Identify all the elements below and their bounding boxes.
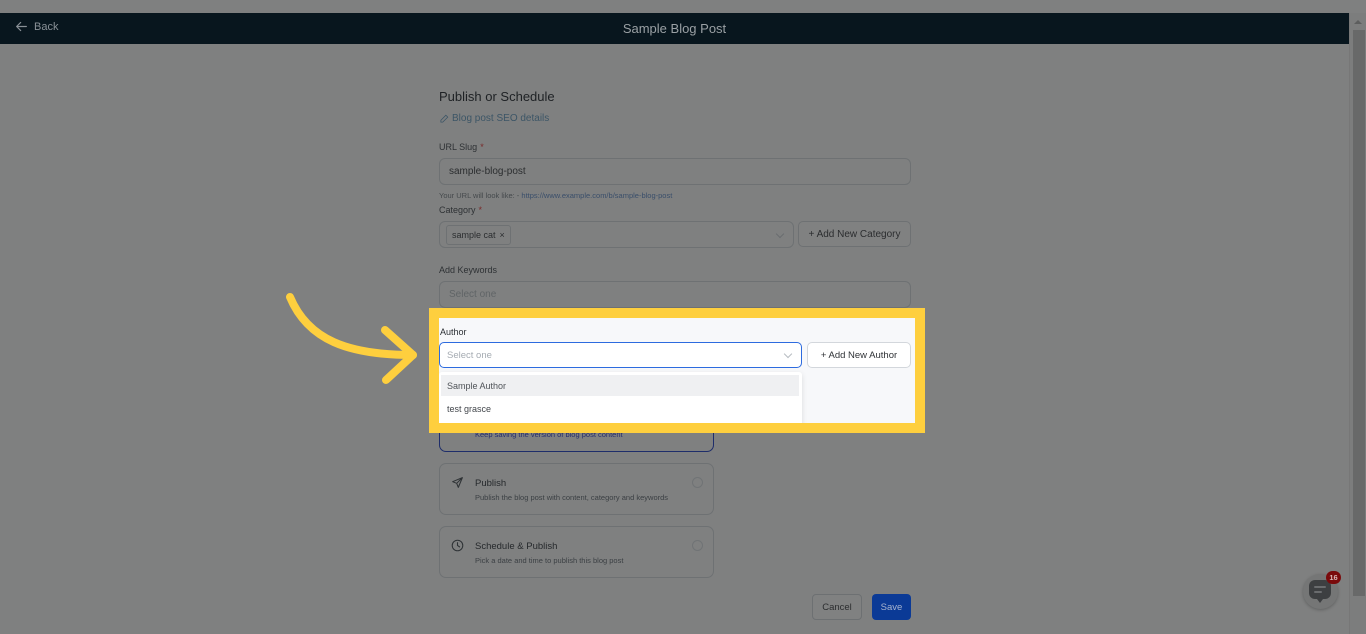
author-placeholder: Select one (447, 349, 492, 361)
pencil-icon (440, 114, 449, 123)
category-chip: sample cat × (446, 224, 511, 245)
category-label-text: Category (439, 205, 476, 215)
url-slug-label-text: URL Slug (439, 142, 478, 152)
vertical-scrollbar[interactable] (1349, 13, 1366, 634)
option-schedule-publish[interactable]: Schedule & Publish Pick a date and time … (439, 526, 714, 578)
schedule-radio[interactable] (692, 540, 703, 551)
bubble-line (1314, 586, 1326, 588)
send-icon (452, 477, 463, 488)
helper-url-link[interactable]: https://www.example.com/b/sample-blog-po… (521, 191, 672, 200)
clock-icon (451, 539, 464, 552)
chat-bubble-icon (1309, 580, 1331, 603)
chevron-down-icon (783, 349, 793, 359)
add-new-category-button[interactable]: + Add New Category (798, 221, 911, 247)
option-publish[interactable]: Publish Publish the blog post with conte… (439, 463, 714, 515)
section-title: Publish or Schedule (439, 89, 555, 104)
keywords-label: Add Keywords (439, 265, 498, 275)
author-label: Author (440, 327, 467, 337)
option-title: Publish (475, 478, 507, 489)
dropdown-option[interactable]: test grasce (441, 398, 799, 419)
url-helper-text: Your URL will look like: - https://www.e… (439, 191, 672, 200)
chip-remove-icon[interactable]: × (500, 230, 505, 240)
notification-badge: 16 (1326, 571, 1341, 584)
option-title: Schedule & Publish (475, 541, 558, 552)
annotation-highlight: Author Select one + Add New Author Sampl… (429, 308, 925, 433)
scroll-up-arrow-icon[interactable] (1354, 20, 1362, 24)
save-button[interactable]: Save (872, 594, 911, 620)
scrollbar-thumb[interactable] (1353, 30, 1365, 596)
category-select[interactable]: sample cat × (439, 221, 794, 248)
author-field-group: Author Select one + Add New Author Sampl… (439, 318, 915, 423)
annotation-arrow-icon (286, 293, 417, 384)
cancel-button[interactable]: Cancel (812, 594, 862, 620)
option-description: Publish the blog post with content, cate… (475, 493, 669, 502)
seo-details-link[interactable]: Blog post SEO details (439, 113, 549, 124)
required-mark: * (478, 205, 483, 215)
author-select[interactable]: Select one (439, 342, 802, 368)
bubble-line (1314, 591, 1322, 593)
author-dropdown-menu: Sample Author test grasce (439, 372, 802, 423)
page-title: Sample Blog Post (622, 21, 727, 36)
required-mark: * (480, 142, 484, 152)
url-slug-label: URL Slug * (439, 142, 484, 152)
option-description: Pick a date and time to publish this blo… (475, 556, 624, 565)
keywords-placeholder: Select one (449, 289, 497, 300)
add-new-author-button[interactable]: + Add New Author (807, 342, 911, 368)
publish-radio[interactable] (692, 477, 703, 488)
top-header: Back Sample Blog Post (0, 13, 1349, 44)
top-strip (0, 0, 1366, 13)
dropdown-option[interactable]: Sample Author (441, 375, 799, 396)
category-label: Category * (439, 205, 482, 215)
helper-prefix: Your URL will look like: - (439, 191, 520, 200)
keywords-select[interactable]: Select one (439, 281, 911, 308)
url-slug-input[interactable]: sample-blog-post (439, 158, 911, 185)
chip-label: sample cat (452, 229, 496, 240)
url-slug-value: sample-blog-post (449, 166, 526, 177)
seo-link-label: Blog post SEO details (452, 113, 550, 124)
chevron-down-icon (775, 229, 785, 239)
